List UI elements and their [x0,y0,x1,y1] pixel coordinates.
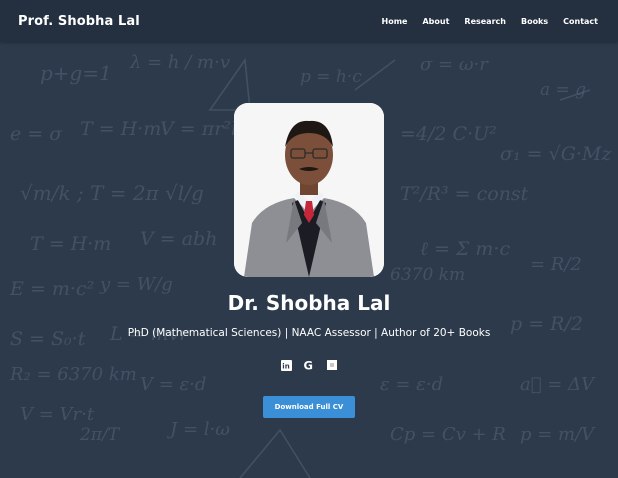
navbar: Prof. Shobha Lal Home About Research Boo… [0,0,618,42]
nav-link-books[interactable]: Books [521,17,548,26]
google-scholar-icon[interactable]: G [303,359,315,371]
svg-text:in: in [282,362,289,370]
researchgate-icon[interactable] [326,359,338,371]
nav-links: Home About Research Books Contact [367,17,598,26]
nav-link-home[interactable]: Home [382,17,408,26]
profile-photo [234,103,384,277]
nav-link-about[interactable]: About [422,17,449,26]
profile-name: Dr. Shobha Lal [227,291,391,315]
site-brand[interactable]: Prof. Shobha Lal [18,14,140,29]
nav-link-research[interactable]: Research [464,17,506,26]
linkedin-icon[interactable]: in [280,359,292,371]
profile-subtitle: PhD (Mathematical Sciences) | NAAC Asses… [127,327,491,339]
download-cv-button[interactable]: Download Full CV [262,396,356,418]
social-links: in G [280,359,338,371]
svg-text:G: G [304,359,313,371]
nav-link-contact[interactable]: Contact [563,17,598,26]
hero-section: Dr. Shobha Lal PhD (Mathematical Science… [0,42,618,478]
